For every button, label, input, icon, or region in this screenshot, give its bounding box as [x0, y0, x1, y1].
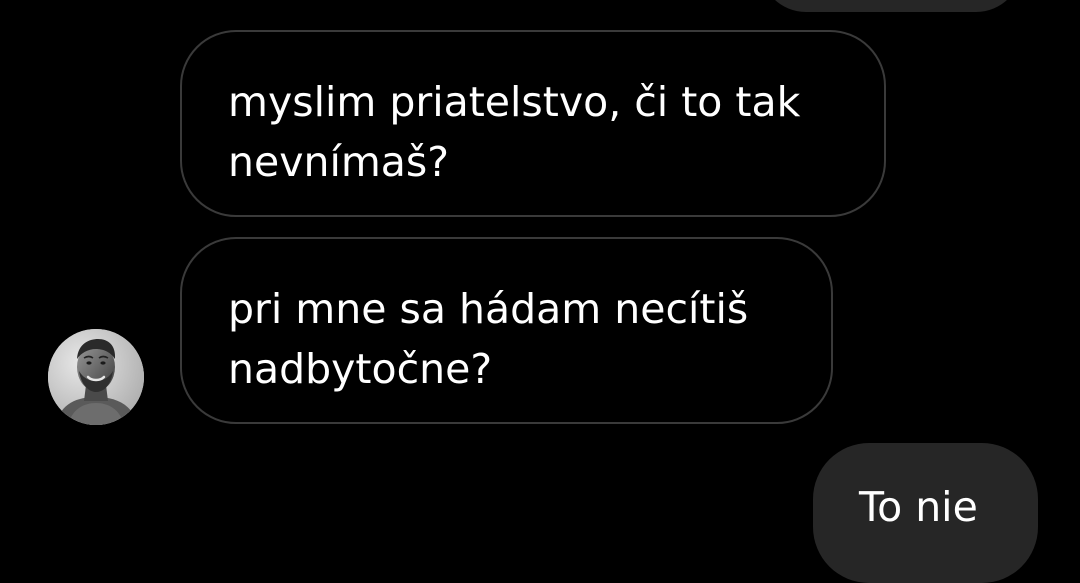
incoming-message-bubble[interactable]: myslim priatelstvo, či to tak nevnímaš?: [180, 30, 886, 217]
message-text-line: nadbytočne?: [228, 345, 493, 393]
sender-avatar[interactable]: [48, 329, 144, 425]
person-avatar-icon: [48, 329, 144, 425]
chat-thread: myslim priatelstvo, či to tak nevnímaš? …: [0, 0, 1080, 583]
message-text-line: myslim priatelstvo, či to tak: [228, 78, 801, 126]
outgoing-message-bubble[interactable]: To nie: [813, 443, 1038, 583]
message-text-line: To nie: [859, 483, 978, 531]
outgoing-message-bubble[interactable]: [760, 0, 1022, 12]
message-text-line: pri mne sa hádam necítiš: [228, 285, 749, 333]
incoming-message-bubble[interactable]: pri mne sa hádam necítiš nadbytočne?: [180, 237, 833, 424]
message-text-line: nevnímaš?: [228, 138, 450, 186]
